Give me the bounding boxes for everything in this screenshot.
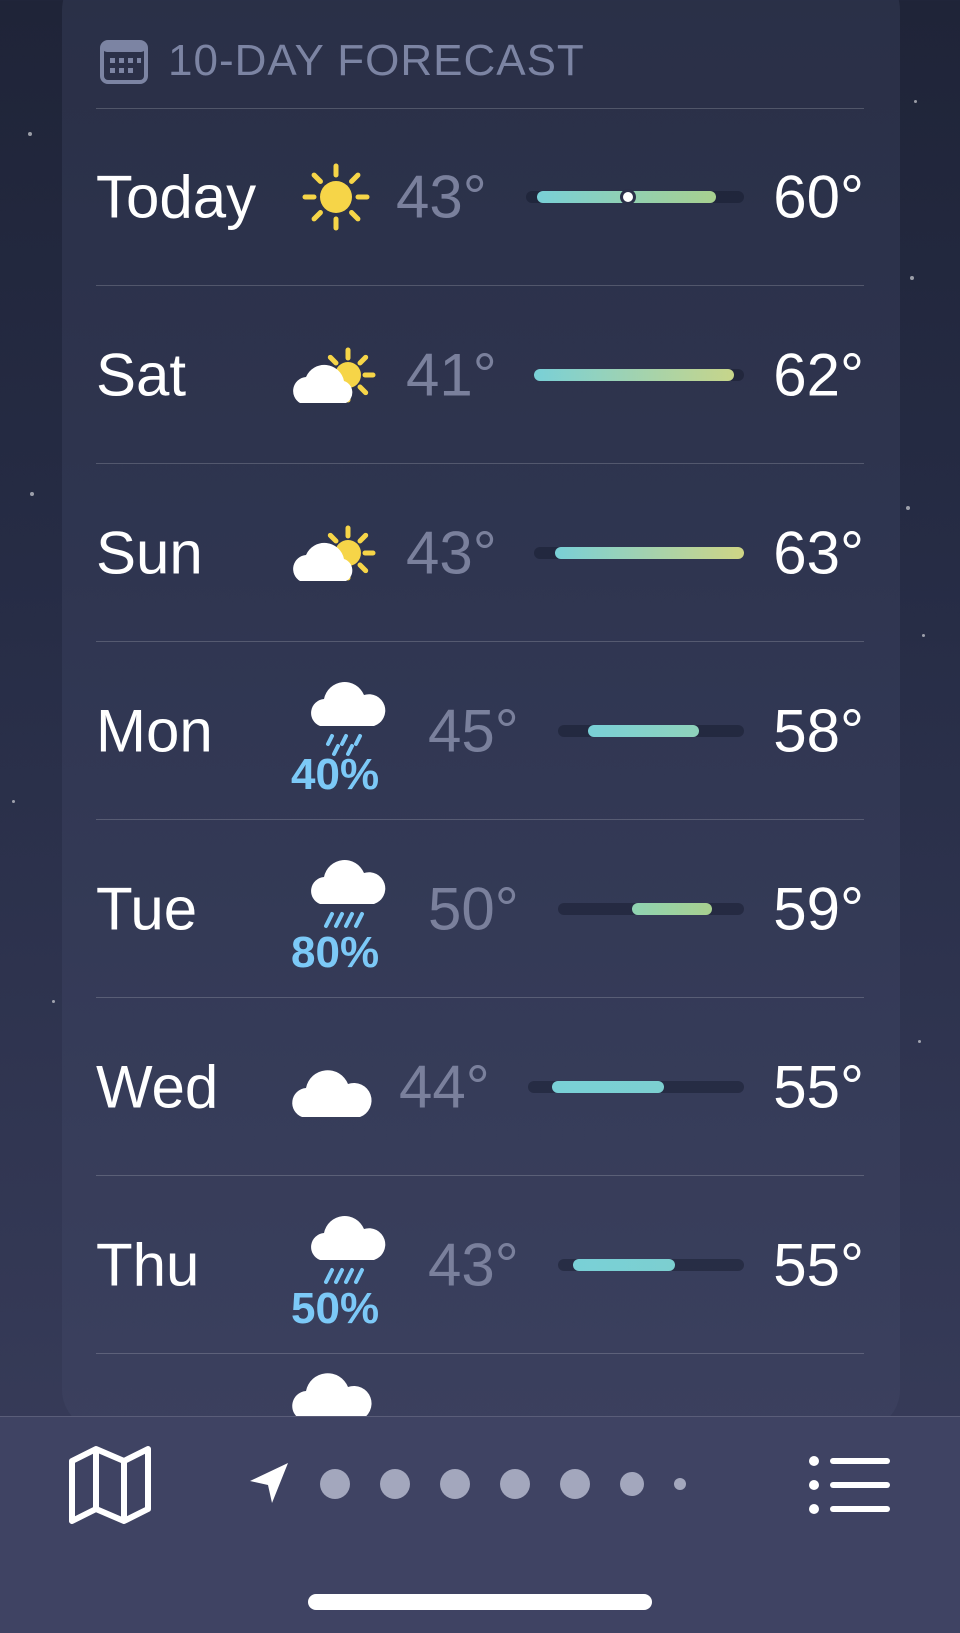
temp-range-fill xyxy=(534,369,734,381)
page-dot[interactable] xyxy=(560,1469,590,1499)
page-dot[interactable] xyxy=(674,1478,686,1490)
high-temp: 62° xyxy=(773,341,864,409)
high-temp: 58° xyxy=(773,697,864,765)
precipitation-chance: 80% xyxy=(291,928,380,977)
star xyxy=(910,276,914,280)
page-dot[interactable] xyxy=(500,1469,530,1499)
cloud-icon xyxy=(286,998,396,1176)
map-icon[interactable] xyxy=(68,1445,152,1525)
day-label: Today xyxy=(96,163,257,231)
low-temp: 50° xyxy=(428,875,519,943)
home-indicator[interactable] xyxy=(308,1594,652,1610)
forecast-row[interactable]: Today 43° 60° xyxy=(96,108,864,286)
high-temp: 55° xyxy=(773,1231,864,1299)
temp-range-fill xyxy=(572,1259,676,1271)
sun-icon xyxy=(286,108,396,286)
page-dot[interactable] xyxy=(440,1469,470,1499)
page-dot[interactable] xyxy=(320,1469,350,1499)
low-temp: 43° xyxy=(428,1231,519,1299)
high-temp: 63° xyxy=(773,519,864,587)
star xyxy=(12,800,15,803)
precipitation-chance: 40% xyxy=(291,750,380,799)
star xyxy=(922,634,925,637)
page-dot[interactable] xyxy=(380,1469,410,1499)
page-dot[interactable] xyxy=(620,1472,644,1496)
temp-range-bar xyxy=(534,369,744,381)
page-indicator[interactable] xyxy=(320,1469,686,1499)
forecast-title: 10-DAY FORECAST xyxy=(168,36,585,85)
temp-range-fill xyxy=(555,547,744,559)
calendar-icon xyxy=(100,40,148,84)
forecast-row[interactable]: Mon 40% 45° 58° xyxy=(96,642,864,820)
high-temp: 59° xyxy=(773,875,864,943)
temp-range-fill xyxy=(632,903,713,915)
low-temp: 41° xyxy=(406,341,497,409)
high-temp: 55° xyxy=(773,1053,864,1121)
temp-range-fill xyxy=(587,725,700,737)
forecast-header: 10-DAY FORECAST xyxy=(100,36,585,86)
location-arrow-icon[interactable] xyxy=(248,1461,292,1505)
low-temp: 43° xyxy=(406,519,497,587)
star xyxy=(52,1000,55,1003)
temp-range-bar xyxy=(528,1081,744,1093)
day-label: Wed xyxy=(96,1053,219,1121)
day-label: Mon xyxy=(96,697,213,765)
precipitation-chance: 50% xyxy=(291,1284,380,1333)
low-temp: 44° xyxy=(399,1053,490,1121)
day-label: Thu xyxy=(96,1231,200,1299)
day-label: Sun xyxy=(96,519,203,587)
partly-cloudy-icon xyxy=(286,286,396,464)
day-label: Tue xyxy=(96,875,198,943)
temp-range-fill xyxy=(551,1081,665,1093)
forecast-row[interactable]: Sun 43° 63° xyxy=(96,464,864,642)
list-icon[interactable] xyxy=(808,1453,892,1517)
temp-range-bar xyxy=(558,725,744,737)
star xyxy=(30,492,34,496)
forecast-row[interactable]: Thu 50% 43° 55° xyxy=(96,1176,864,1354)
high-temp: 60° xyxy=(773,163,864,231)
forecast-row[interactable]: Tue 80% 50° 59° xyxy=(96,820,864,998)
temp-range-bar xyxy=(558,903,744,915)
low-temp: 45° xyxy=(428,697,519,765)
star xyxy=(28,132,32,136)
low-temp: 43° xyxy=(396,163,487,231)
temp-range-bar xyxy=(558,1259,744,1271)
forecast-row[interactable]: Sat 41° 62° xyxy=(96,286,864,464)
forecast-row[interactable]: Wed 44° 55° xyxy=(96,998,864,1176)
star xyxy=(914,100,917,103)
temp-range-bar xyxy=(526,189,744,205)
partly-cloudy-icon xyxy=(286,464,396,642)
temp-range-bar xyxy=(534,547,744,559)
star xyxy=(906,506,910,510)
star xyxy=(918,1040,921,1043)
day-label: Sat xyxy=(96,341,187,409)
